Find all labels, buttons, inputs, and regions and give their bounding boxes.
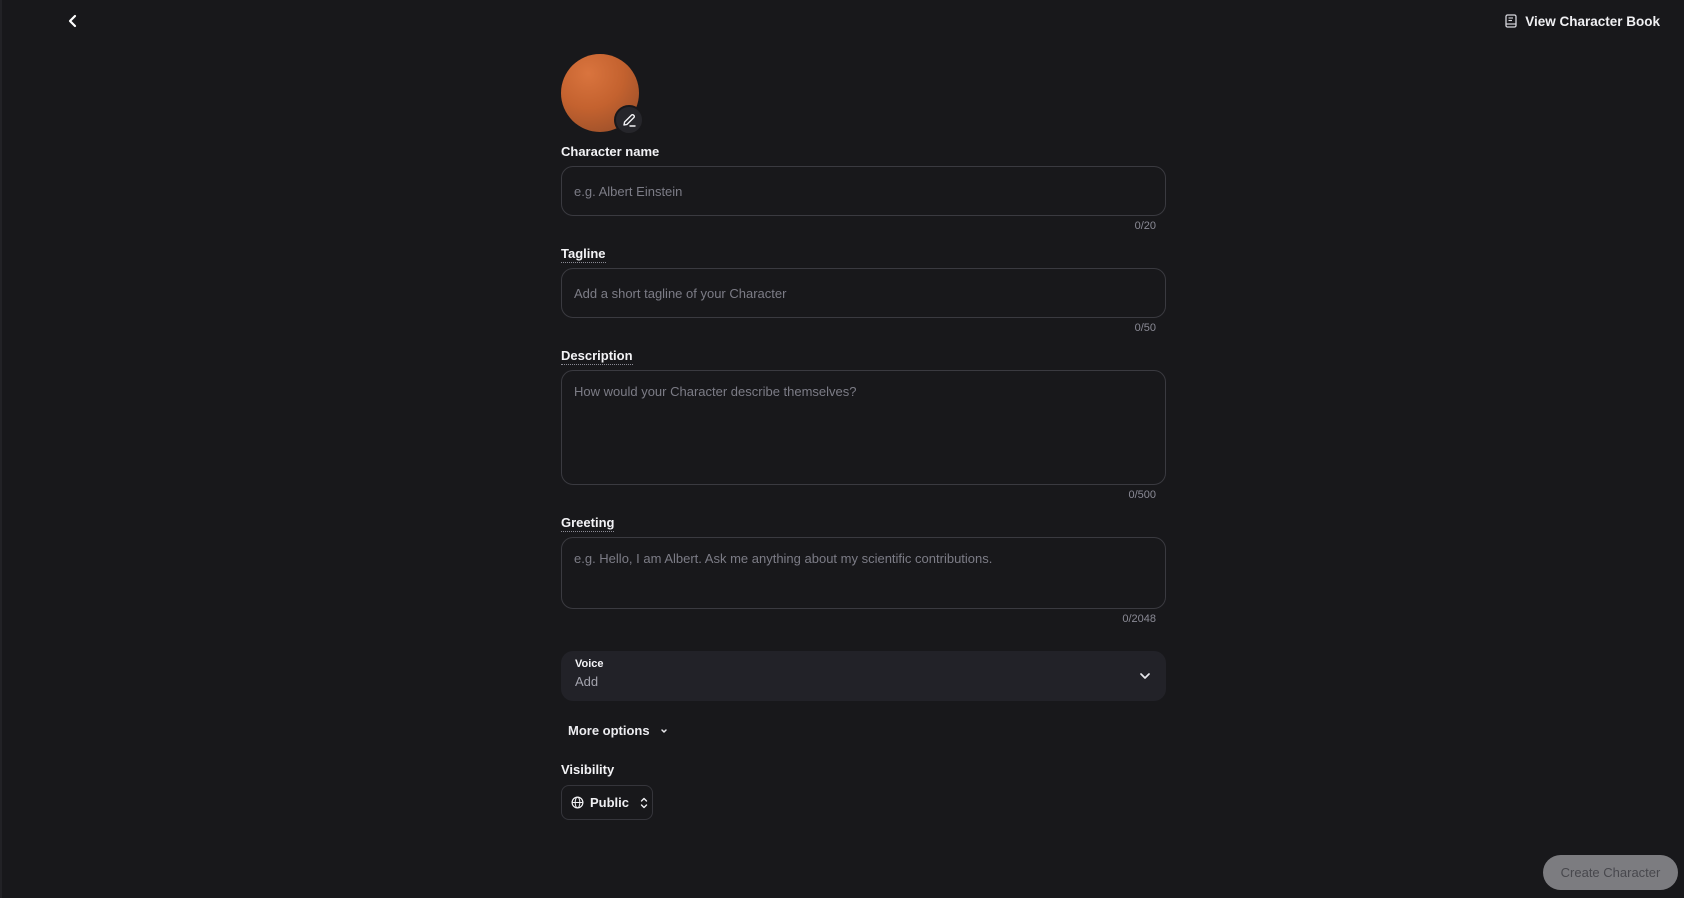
- globe-icon: [571, 796, 584, 809]
- chevron-up-down-icon: [640, 797, 648, 808]
- greeting-textarea[interactable]: [561, 537, 1166, 609]
- tagline-label: Tagline: [561, 246, 606, 263]
- description-counter: 0/500: [1128, 489, 1156, 501]
- chevron-down-icon: [660, 728, 667, 733]
- view-character-book-link[interactable]: View Character Book: [1505, 10, 1660, 32]
- character-name-label: Character name: [561, 144, 660, 159]
- greeting-label: Greeting: [561, 515, 615, 532]
- view-character-book-label: View Character Book: [1525, 13, 1660, 29]
- create-character-page: View Character Book Character name 0/20 …: [0, 0, 1684, 898]
- voice-selector[interactable]: Voice Add: [561, 651, 1166, 701]
- more-options-toggle[interactable]: More options: [568, 723, 669, 738]
- avatar-container: [561, 54, 644, 135]
- visibility-label: Visibility: [561, 762, 615, 777]
- book-icon: [1505, 14, 1517, 28]
- chevron-down-icon: [1140, 673, 1150, 679]
- description-textarea[interactable]: [561, 370, 1166, 485]
- chevron-left-icon: [68, 14, 77, 28]
- description-label: Description: [561, 348, 633, 365]
- back-button[interactable]: [60, 8, 86, 34]
- voice-value: Add: [575, 674, 599, 689]
- create-character-button[interactable]: Create Character: [1543, 855, 1678, 890]
- character-name-counter: 0/20: [1134, 220, 1156, 232]
- voice-label: Voice: [575, 658, 604, 670]
- tagline-input[interactable]: [561, 268, 1166, 318]
- visibility-selector[interactable]: Public: [561, 785, 653, 820]
- visibility-value: Public: [590, 795, 630, 810]
- edit-avatar-button[interactable]: [614, 105, 644, 135]
- tagline-counter: 0/50: [1134, 322, 1156, 334]
- character-name-input[interactable]: [561, 166, 1166, 216]
- pencil-icon: [623, 113, 636, 127]
- more-options-label: More options: [568, 723, 650, 738]
- greeting-counter: 0/2048: [1122, 613, 1156, 625]
- character-form: Character name 0/20 Tagline 0/50 Descrip…: [561, 54, 1166, 820]
